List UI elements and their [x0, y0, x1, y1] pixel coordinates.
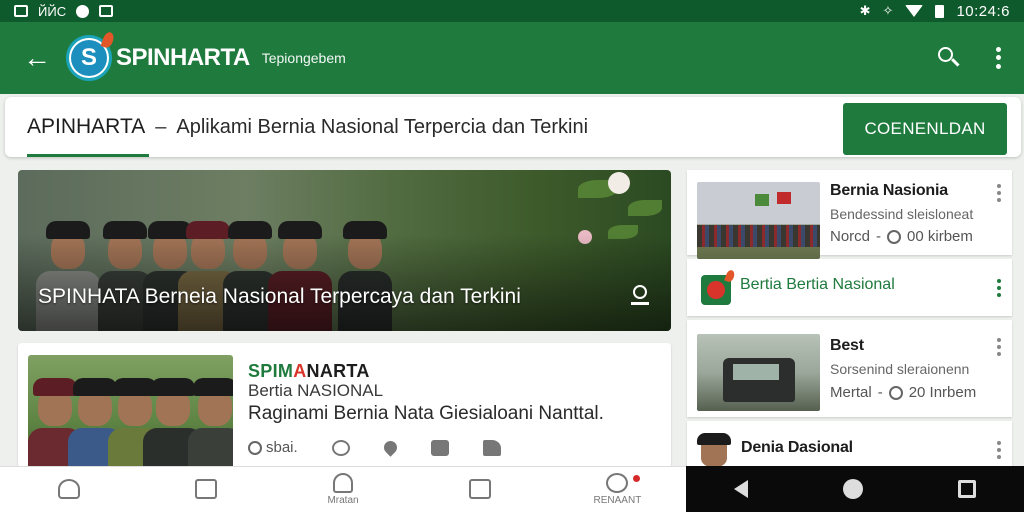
hero-news-card[interactable]: SPINHATA Berneia Nasional Terpercaya dan… — [18, 170, 671, 331]
feature-brand-red: A — [293, 361, 307, 381]
side-item-title: Bertia Bertia Nasional — [740, 276, 895, 293]
back-arrow-icon[interactable]: ← — [22, 42, 52, 73]
system-nav-bar — [686, 466, 1024, 512]
feature-brand: SPIMANARTA — [248, 361, 370, 382]
side-item-title: Denia Dasional — [741, 439, 853, 456]
feature-image — [28, 355, 233, 468]
feature-subtitle: Bertia NASIONAL — [248, 381, 384, 400]
battery-icon — [935, 4, 945, 18]
clock-icon — [887, 229, 902, 244]
overflow-menu-icon[interactable] — [992, 45, 1004, 71]
nav-item-categories[interactable] — [137, 467, 274, 512]
car-window-decoration — [733, 364, 779, 380]
feature-brand-black: NARTA — [306, 361, 370, 381]
app-notification-icon — [99, 5, 114, 17]
item-menu-icon[interactable] — [996, 441, 1002, 459]
feature-news-card[interactable]: SPIMANARTA Bertia NASIONAL Raginami Bern… — [18, 343, 671, 468]
clock-icon — [248, 440, 262, 455]
notification-badge — [633, 475, 641, 482]
nav-label: RENAANT — [593, 495, 642, 506]
clock-icon — [888, 385, 903, 400]
profile-icon — [606, 473, 629, 493]
comment-icon[interactable] — [331, 439, 350, 456]
side-item-desc: Sorsenind sleraionenn — [830, 361, 970, 377]
side-item-title: Bernia Nasionia — [830, 182, 948, 199]
side-news-item[interactable]: Bertia Bertia Nasional — [687, 259, 1012, 316]
app-logo: S — [66, 30, 116, 81]
side-item-sep: - — [876, 228, 882, 245]
gallery-notification-icon — [14, 5, 28, 17]
feature-time: sbai. — [248, 439, 298, 456]
photo-icon — [469, 478, 492, 499]
bottom-nav: Mratan RENAANT — [0, 466, 686, 512]
item-menu-icon[interactable] — [996, 184, 1002, 202]
side-news-item[interactable]: Denia Dasional — [687, 421, 1012, 469]
brand-name: SPINHARTA — [116, 44, 250, 71]
nav-item-profile[interactable]: RENAANT — [549, 467, 686, 512]
feature-headline: Raginami Bernia Nata Giesialoani Nanttal… — [248, 403, 604, 424]
feature-brand-green: SPIM — [248, 361, 294, 381]
hero-title: SPINHATA Berneia Nasional Terpercaya dan… — [38, 285, 521, 308]
person-figure — [188, 378, 233, 468]
bluetooth-icon: ✱ — [859, 3, 871, 18]
side-item-source: Mertal — [830, 384, 872, 401]
nav-item-notifications[interactable]: Mratan — [274, 467, 411, 512]
system-home-icon[interactable] — [842, 479, 863, 499]
side-item-desc: Bendessind sleisloneat — [830, 206, 974, 222]
side-item-title: Best — [830, 337, 864, 354]
header-separator: – — [155, 115, 167, 138]
crowd-decoration — [697, 225, 820, 247]
feature-time-text: sbai. — [266, 439, 298, 456]
home-icon — [57, 478, 80, 499]
side-item-time: 00 kirbem — [907, 228, 973, 245]
header-tagline: Aplikami Bernia Nasional Terpercia dan T… — [176, 115, 589, 138]
side-news-item[interactable]: Best Sorsenind sleraionenn Mertal - 20 I… — [687, 320, 1012, 417]
feature-meta: sbai. — [248, 438, 501, 457]
download-button[interactable]: COENENLDAN — [843, 103, 1007, 155]
side-thumbnail — [697, 182, 820, 259]
app-badge-icon — [701, 275, 731, 305]
app-bar: ← S SPINHARTA Tepiongebem — [0, 22, 1024, 94]
logo-flame-icon — [100, 30, 116, 50]
system-back-icon[interactable] — [733, 480, 748, 498]
status-left-icons: ЙЙС — [14, 3, 114, 19]
brand-subtitle: Tepiongebem — [261, 50, 346, 66]
side-item-meta: Mertal - 20 Inrbem — [830, 384, 976, 401]
search-icon[interactable] — [936, 45, 962, 71]
item-menu-icon[interactable] — [996, 338, 1002, 356]
side-thumbnail — [697, 433, 731, 469]
nav-item-home[interactable] — [0, 467, 137, 512]
status-time: 10:24:6 — [956, 2, 1010, 20]
vibrate-icon: ✧ — [882, 3, 894, 18]
profile-bookmark-icon[interactable] — [631, 285, 649, 307]
square-icon — [194, 478, 217, 499]
wifi-icon — [905, 5, 924, 17]
like-icon[interactable] — [380, 438, 400, 457]
header-card: APINHARTA – Aplikami Bernia Nasional Ter… — [5, 97, 1021, 157]
nav-item-gallery[interactable] — [412, 467, 549, 512]
flag-decoration — [755, 194, 769, 206]
side-item-source: Norcd — [830, 228, 871, 245]
status-left-text: ЙЙС — [38, 3, 67, 19]
side-item-meta: Norcd - 00 kirbem — [830, 228, 973, 245]
system-recents-icon[interactable] — [958, 480, 977, 498]
side-item-sep: - — [877, 384, 883, 401]
item-menu-icon[interactable] — [996, 279, 1002, 297]
bell-icon — [333, 473, 353, 493]
status-right-icons: ✱ ✧ 10:24:6 — [860, 3, 1010, 20]
flag-decoration — [777, 192, 791, 204]
side-thumbnail — [697, 334, 820, 411]
side-news-item[interactable]: Bernia Nasionia Bendessind sleisloneat N… — [687, 170, 1012, 259]
app-screen: ЙЙС ✱ ✧ 10:24:6 ← S SPINHARTA Tepiongebe… — [0, 0, 1024, 512]
tag-icon[interactable] — [482, 439, 501, 456]
status-bar: ЙЙС ✱ ✧ 10:24:6 — [0, 0, 1024, 22]
share-icon[interactable] — [430, 439, 449, 456]
tab-app-name[interactable]: APINHARTA — [27, 97, 150, 157]
side-item-time: 20 Inrbem — [908, 384, 977, 401]
notification-dot-icon — [76, 4, 90, 18]
nav-label: Mratan — [327, 495, 359, 506]
app-bar-actions — [936, 45, 1004, 71]
